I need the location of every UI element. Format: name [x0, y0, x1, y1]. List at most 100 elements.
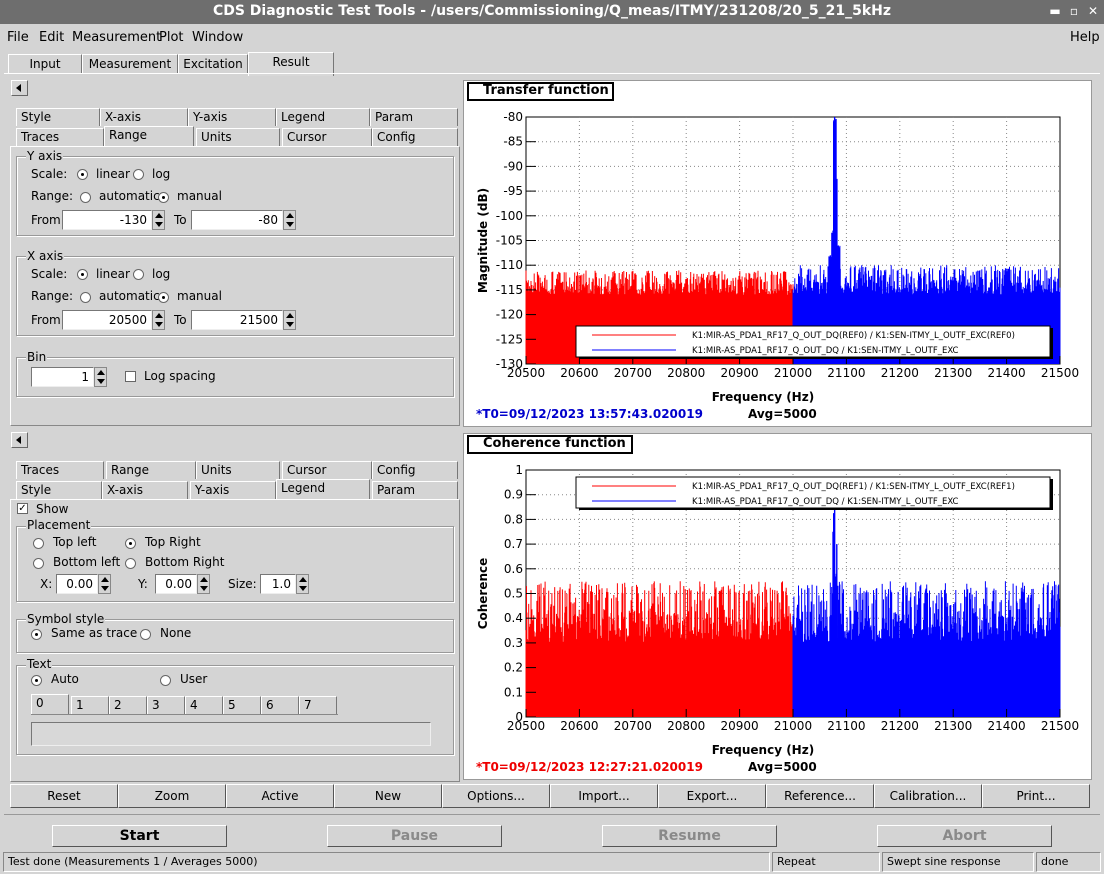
y-tick-label: 0.8	[504, 512, 523, 526]
pause-button[interactable]: Pause	[327, 825, 502, 847]
option-tab-cursor-2[interactable]: Cursor	[282, 461, 372, 479]
y-linear-radio[interactable]	[77, 169, 88, 180]
x-from-stepper[interactable]	[152, 310, 165, 330]
new-button[interactable]: New	[334, 784, 442, 808]
size-input[interactable]: 1.0	[260, 574, 296, 594]
option-tab-config[interactable]: Config	[372, 128, 458, 146]
none-radio[interactable]	[140, 629, 151, 640]
option-tab-range[interactable]: Range	[104, 126, 194, 146]
maximize-icon[interactable]: ▫	[1065, 2, 1083, 20]
option-tab-param-2[interactable]: Param	[372, 481, 458, 499]
y-offset-label: Y:	[138, 577, 148, 591]
y-offset-stepper[interactable]	[197, 574, 210, 594]
text-tab-7[interactable]: 7	[299, 696, 337, 714]
x-from-input[interactable]: 20500	[62, 310, 152, 330]
bin-stepper[interactable]	[94, 367, 107, 387]
option-tab-units-2[interactable]: Units	[196, 461, 280, 479]
text-tab-4[interactable]: 4	[185, 696, 223, 714]
x-offset-stepper[interactable]	[98, 574, 111, 594]
x-log-radio[interactable]	[133, 269, 144, 280]
zoom-button[interactable]: Zoom	[118, 784, 226, 808]
collapse-left-icon[interactable]	[11, 80, 28, 96]
calibration-button[interactable]: Calibration...	[874, 784, 982, 808]
y-from-input[interactable]: -130	[62, 210, 152, 230]
y-to-stepper[interactable]	[283, 210, 296, 230]
options-button[interactable]: Options...	[442, 784, 550, 808]
size-stepper[interactable]	[296, 574, 309, 594]
menu-edit[interactable]: Edit	[39, 30, 64, 45]
y-from-stepper[interactable]	[152, 210, 165, 230]
tab-excitation[interactable]: Excitation	[178, 54, 248, 74]
x-to-input[interactable]: 21500	[191, 310, 283, 330]
option-tab-y-axis[interactable]: Y-axis	[188, 108, 276, 126]
resume-button[interactable]: Resume	[602, 825, 777, 847]
title-bar: CDS Diagnostic Test Tools - /users/Commi…	[0, 0, 1104, 24]
option-tab-legend-2[interactable]: Legend	[276, 479, 370, 499]
active-button[interactable]: Active	[226, 784, 334, 808]
option-tab-units[interactable]: Units	[196, 128, 280, 146]
option-tab-x-axis[interactable]: X-axis	[100, 108, 188, 126]
legend-text-input[interactable]	[31, 722, 431, 746]
option-tab-style[interactable]: Style	[16, 108, 100, 126]
y-manual-radio[interactable]	[158, 192, 169, 203]
abort-button[interactable]: Abort	[877, 825, 1052, 847]
menu-plot[interactable]: Plot	[159, 30, 184, 45]
top-left-radio[interactable]	[33, 538, 44, 549]
text-user-radio[interactable]	[160, 675, 171, 686]
text-tab-6[interactable]: 6	[261, 696, 299, 714]
bin-input[interactable]: 1	[31, 367, 94, 387]
option-tab-param[interactable]: Param	[370, 108, 458, 126]
bottom-right-radio[interactable]	[125, 558, 136, 569]
x-linear-radio[interactable]	[77, 269, 88, 280]
menu-window[interactable]: Window	[192, 30, 243, 45]
option-tab-traces-2[interactable]: Traces	[16, 461, 104, 479]
option-tab-range-2[interactable]: Range	[106, 461, 196, 479]
y-automatic-radio[interactable]	[80, 192, 91, 203]
reset-button[interactable]: Reset	[10, 784, 118, 808]
option-tab-cursor[interactable]: Cursor	[282, 128, 372, 146]
x-axis-label: Frequency (Hz)	[712, 390, 814, 404]
x-automatic-radio[interactable]	[80, 292, 91, 303]
text-tab-1[interactable]: 1	[71, 696, 109, 714]
collapse-left-icon-2[interactable]	[11, 432, 28, 448]
menu-measurement[interactable]: Measurement	[72, 30, 161, 45]
print-button[interactable]: Print...	[982, 784, 1090, 808]
top-right-radio[interactable]	[125, 538, 136, 549]
option-tab-x-axis-2[interactable]: X-axis	[102, 481, 188, 499]
same-as-trace-radio[interactable]	[31, 629, 42, 640]
y-offset-input[interactable]: 0.00	[155, 574, 197, 594]
x-offset-input[interactable]: 0.00	[56, 574, 98, 594]
option-tab-config-2[interactable]: Config	[372, 461, 458, 479]
y-log-radio[interactable]	[133, 169, 144, 180]
log-spacing-checkbox[interactable]	[125, 371, 136, 382]
text-tab-2[interactable]: 2	[109, 696, 147, 714]
text-auto-radio[interactable]	[31, 675, 42, 686]
x-automatic-label: automatic	[99, 289, 160, 303]
x-to-stepper[interactable]	[283, 310, 296, 330]
tab-input[interactable]: Input	[8, 54, 82, 74]
menu-help[interactable]: Help	[1070, 30, 1100, 45]
close-icon[interactable]: ✕	[1084, 2, 1102, 20]
y-tick-label: -100	[496, 209, 523, 223]
y-tick-label: 0.2	[504, 661, 523, 675]
show-checkbox[interactable]: ✓	[17, 503, 28, 514]
text-tab-3[interactable]: 3	[147, 696, 185, 714]
option-tab-y-axis-2[interactable]: Y-axis	[190, 481, 276, 499]
bottom-left-radio[interactable]	[33, 558, 44, 569]
text-tab-0[interactable]: 0	[31, 694, 69, 714]
option-tab-legend[interactable]: Legend	[276, 108, 370, 126]
x-manual-radio[interactable]	[158, 292, 169, 303]
text-tab-5[interactable]: 5	[223, 696, 261, 714]
transfer-function-chart[interactable]: 20500 20600 20700 20800 20900 21000 21100 21200…	[464, 81, 1093, 428]
y-to-input[interactable]: -80	[191, 210, 283, 230]
reference-button[interactable]: Reference...	[766, 784, 874, 808]
option-tab-style-2[interactable]: Style	[16, 481, 102, 499]
minimize-icon[interactable]: ▬	[1046, 2, 1064, 20]
menu-file[interactable]: File	[7, 30, 29, 45]
tab-measurement[interactable]: Measurement	[82, 54, 178, 74]
import-button[interactable]: Import...	[550, 784, 658, 808]
start-button[interactable]: Start	[52, 825, 227, 847]
export-button[interactable]: Export...	[658, 784, 766, 808]
coherence-function-chart[interactable]: 20500 20600 20700 20800 20900 21000 21100 21200…	[464, 434, 1093, 781]
option-tab-traces[interactable]: Traces	[16, 128, 104, 146]
